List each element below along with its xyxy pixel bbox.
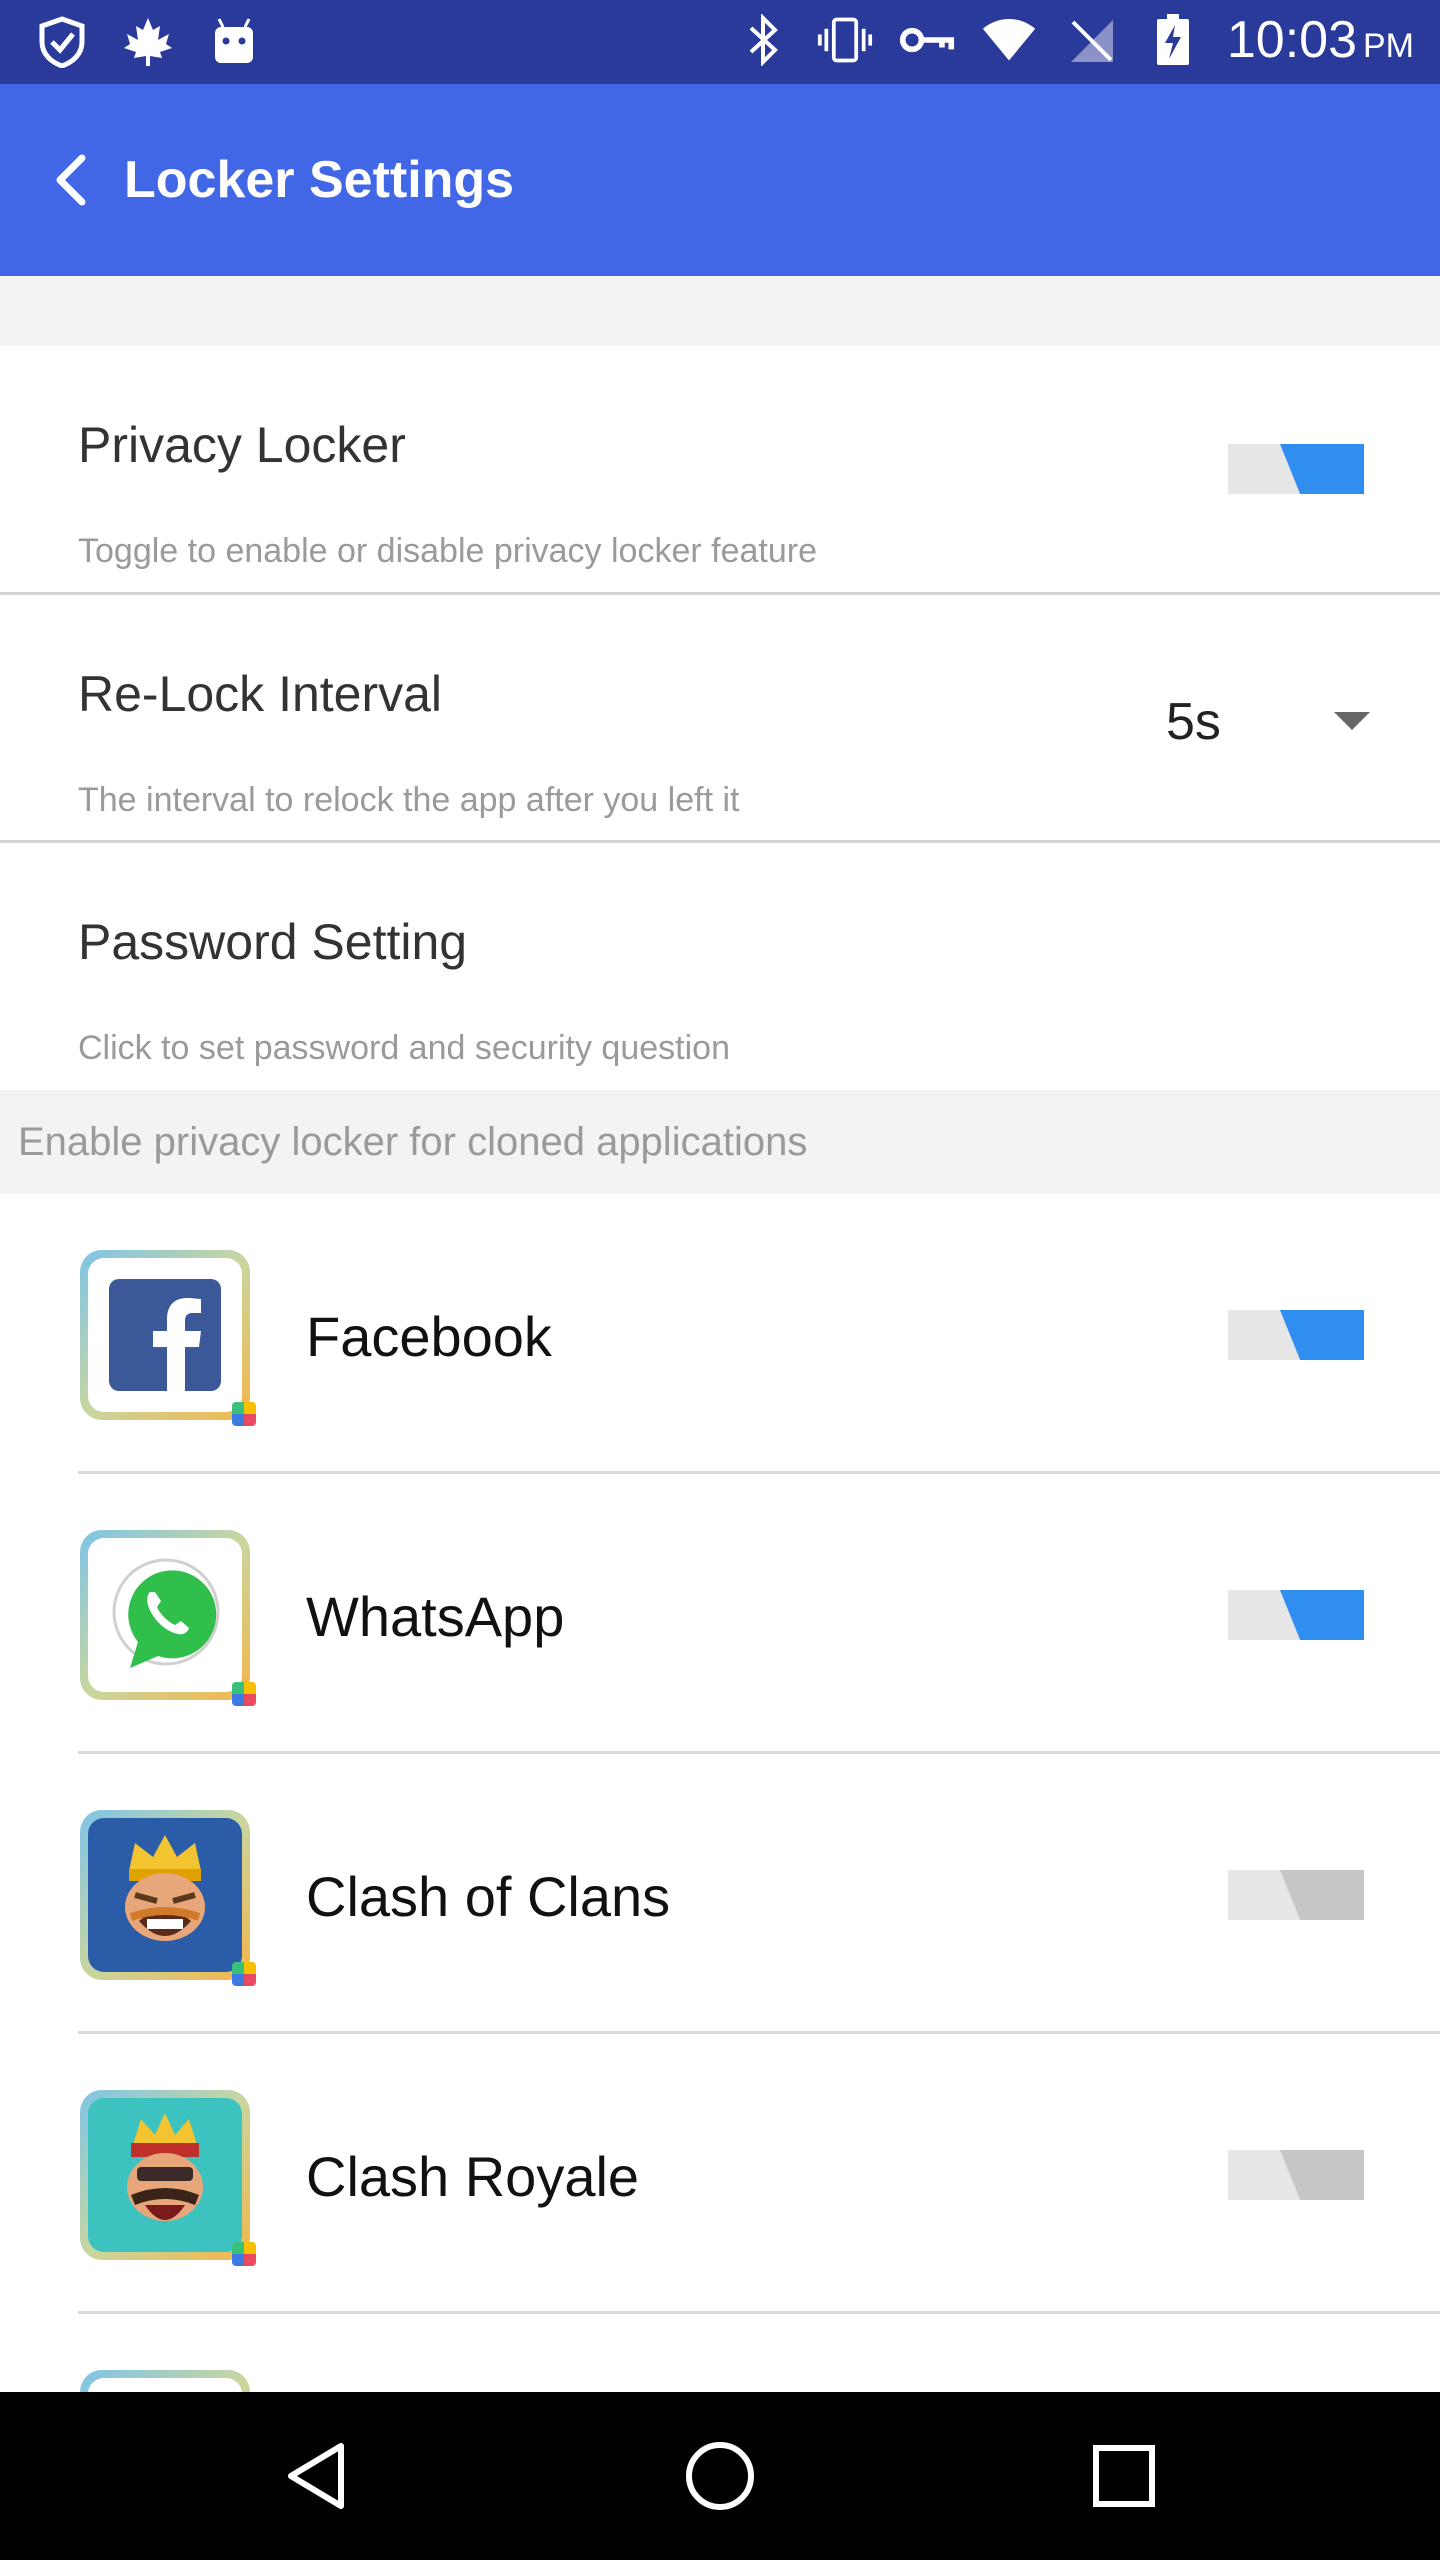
wifi-icon: [981, 12, 1037, 68]
relock-interval-title: Re-Lock Interval: [78, 666, 443, 722]
chevron-left-icon: [56, 154, 86, 206]
app-row-partial: [0, 2314, 1440, 2392]
home-nav-button[interactable]: [672, 2428, 768, 2524]
app-name: Clash of Clans: [306, 1865, 671, 1928]
clash-of-clans-icon: [80, 1810, 256, 1986]
privacy-locker-toggle[interactable]: [1228, 444, 1364, 494]
square-recents-icon: [1093, 2445, 1155, 2507]
whatsapp-lock-toggle[interactable]: [1228, 1590, 1364, 1640]
spacer: [0, 276, 1440, 346]
app-bar: Locker Settings: [0, 84, 1440, 276]
battery-charging-icon: [1145, 12, 1201, 68]
app-name: Facebook: [306, 1305, 552, 1368]
facebook-icon: [80, 1250, 256, 1426]
shield-check-icon: [34, 14, 90, 70]
maple-leaf-icon: [120, 14, 176, 70]
back-button[interactable]: [32, 140, 112, 220]
clash-royale-icon: [80, 2090, 256, 2266]
relock-interval-dropdown[interactable]: 5s: [1150, 684, 1390, 764]
status-bar: 10:03 PM: [0, 0, 1440, 84]
whatsapp-icon: [80, 1530, 256, 1706]
circle-home-icon: [686, 2442, 754, 2510]
recents-nav-button[interactable]: [1076, 2428, 1172, 2524]
no-signal-icon: [1063, 12, 1119, 68]
app-row-facebook: Facebook: [0, 1194, 1440, 1474]
privacy-locker-setting[interactable]: Privacy Locker Toggle to enable or disab…: [0, 346, 1440, 594]
app-row-clash-royale: Clash Royale: [0, 2034, 1440, 2314]
app-name: Clash Royale: [306, 2145, 640, 2208]
navigation-bar: [0, 2392, 1440, 2560]
app-name: WhatsApp: [306, 1585, 565, 1648]
back-nav-button[interactable]: [268, 2428, 364, 2524]
password-setting[interactable]: Password Setting Click to set password a…: [0, 843, 1440, 1090]
triangle-back-icon: [288, 2443, 344, 2509]
clash-royale-lock-toggle[interactable]: [1228, 2150, 1364, 2200]
app-row-clash-of-clans: Clash of Clans: [0, 1754, 1440, 2034]
vpn-key-icon: [899, 12, 955, 68]
relock-interval-description: The interval to relock the app after you…: [78, 781, 740, 819]
section-header: Enable privacy locker for cloned applica…: [0, 1090, 1440, 1194]
app-icon: [80, 2370, 250, 2392]
privacy-locker-title: Privacy Locker: [78, 417, 406, 473]
caret-down-icon: [1334, 712, 1370, 730]
facebook-lock-toggle[interactable]: [1228, 1310, 1364, 1360]
vibrate-icon: [817, 12, 873, 68]
relock-interval-value: 5s: [1166, 693, 1221, 751]
bluetooth-icon: [735, 12, 791, 68]
password-setting-description: Click to set password and security quest…: [78, 1029, 730, 1067]
page-title: Locker Settings: [124, 151, 515, 209]
clock: 10:03 PM: [1226, 11, 1414, 69]
app-row-whatsapp: WhatsApp: [0, 1474, 1440, 1754]
section-header-label: Enable privacy locker for cloned applica…: [18, 1120, 808, 1164]
clash-of-clans-lock-toggle[interactable]: [1228, 1870, 1364, 1920]
privacy-locker-description: Toggle to enable or disable privacy lock…: [78, 532, 817, 570]
android-icon: [206, 14, 262, 70]
password-setting-title: Password Setting: [78, 914, 468, 970]
